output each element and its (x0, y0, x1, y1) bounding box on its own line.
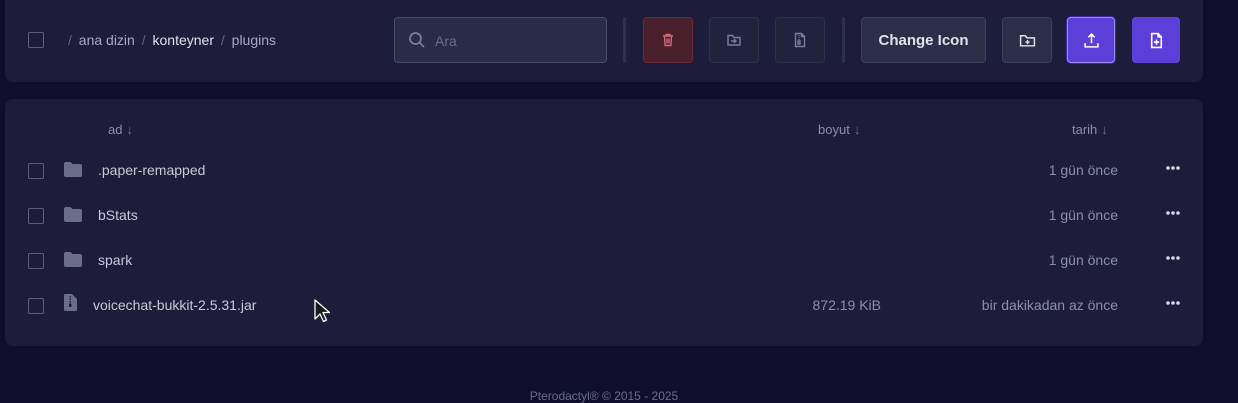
trash-icon (663, 33, 673, 47)
row-checkbox[interactable] (28, 163, 44, 179)
folder-icon (64, 162, 82, 177)
archive-button[interactable] (775, 17, 825, 63)
archive-file-icon (64, 294, 77, 311)
breadcrumb-separator: / (220, 32, 225, 48)
toolbar-divider (623, 17, 626, 63)
breadcrumb: / ana dizin / konteyner / plugins (65, 32, 276, 48)
delete-button[interactable] (643, 17, 693, 63)
search-box (394, 17, 607, 63)
new-file-button[interactable] (1132, 17, 1180, 63)
file-size: 872.19 KiB (812, 297, 882, 313)
change-icon-button[interactable]: Change Icon (861, 17, 986, 63)
new-folder-button[interactable] (1002, 17, 1052, 63)
file-date: 1 gün önce (1048, 207, 1118, 223)
breadcrumb-separator: / (68, 32, 72, 48)
breadcrumb-separator: / (141, 32, 146, 48)
file-date: bir dakikadan az önce (981, 297, 1118, 313)
file-name[interactable]: voicechat-bukkit-2.5.31.jar (93, 297, 256, 313)
footer-copyright: Pterodactyl® © 2015 - 2025 (529, 389, 679, 403)
table-row[interactable]: voicechat-bukkit-2.5.31.jar 872.19 KiB b… (5, 290, 1203, 335)
mouse-cursor-icon (314, 299, 330, 323)
row-checkbox[interactable] (28, 298, 44, 314)
move-button[interactable] (709, 17, 759, 63)
more-options-icon[interactable] (1166, 256, 1180, 260)
new-folder-icon (1019, 34, 1035, 47)
more-options-icon[interactable] (1166, 166, 1180, 170)
more-options-icon[interactable] (1166, 301, 1180, 305)
sort-arrow-icon: ↓ (126, 122, 133, 137)
file-toolbar: / ana dizin / konteyner / plugins Change… (5, 0, 1203, 82)
file-date: 1 gün önce (1048, 162, 1118, 178)
breadcrumb-root[interactable]: ana dizin (79, 32, 135, 48)
column-header-name-label: ad (108, 122, 123, 137)
folder-icon (64, 252, 82, 267)
more-options-icon[interactable] (1166, 211, 1180, 215)
row-checkbox[interactable] (28, 253, 44, 269)
column-header-date-label: tarih (1072, 122, 1098, 137)
move-icon (727, 34, 741, 46)
search-input[interactable] (435, 30, 595, 52)
file-list: ad ↓ boyut ↓ tarih ↓ .paper-remapped 1 gün … (5, 99, 1203, 346)
sort-arrow-icon: ↓ (1101, 122, 1108, 137)
upload-button[interactable] (1067, 17, 1115, 63)
column-header-size[interactable]: boyut ↓ (818, 122, 860, 137)
file-date: 1 gün önce (1048, 252, 1118, 268)
upload-icon (1083, 32, 1099, 48)
column-header-size-label: boyut (818, 122, 850, 137)
folder-icon (64, 207, 82, 222)
toolbar-divider (842, 17, 845, 63)
row-checkbox[interactable] (28, 208, 44, 224)
breadcrumb-current: plugins (231, 32, 277, 48)
table-row[interactable]: bStats 1 gün önce (5, 200, 1203, 245)
file-name[interactable]: spark (98, 252, 132, 268)
breadcrumb-parent[interactable]: konteyner (153, 32, 214, 48)
table-row[interactable]: spark 1 gün önce (5, 245, 1203, 290)
select-all-checkbox[interactable] (28, 32, 44, 48)
sort-arrow-icon: ↓ (853, 122, 861, 137)
file-name[interactable]: .paper-remapped (98, 162, 205, 178)
column-header-date[interactable]: tarih ↓ (1072, 122, 1108, 137)
search-icon (409, 32, 425, 48)
new-file-icon (1150, 32, 1162, 48)
file-name[interactable]: bStats (98, 207, 138, 223)
archive-icon (794, 32, 806, 48)
table-row[interactable]: .paper-remapped 1 gün önce (5, 155, 1203, 200)
column-header-name[interactable]: ad ↓ (108, 122, 133, 137)
